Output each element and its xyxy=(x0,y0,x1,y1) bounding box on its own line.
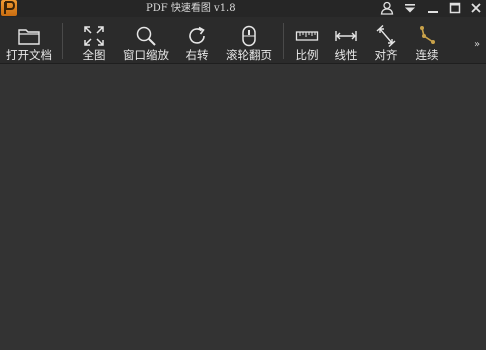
scroll-page-button[interactable]: 滚轮翻页 xyxy=(224,17,274,64)
scale-measure-button[interactable]: 比例 xyxy=(292,17,322,64)
scroll-page-label: 滚轮翻页 xyxy=(226,48,272,62)
window-zoom-button[interactable]: 窗口缩放 xyxy=(121,17,171,64)
window-zoom-label: 窗口缩放 xyxy=(123,48,169,62)
aligned-dimension-icon xyxy=(374,24,398,48)
fit-page-button[interactable]: 全图 xyxy=(77,17,111,64)
aligned-measure-label: 对齐 xyxy=(374,48,398,62)
magnifier-icon xyxy=(135,25,157,47)
toolbar-separator xyxy=(62,23,63,59)
scale-measure-label: 比例 xyxy=(295,48,319,62)
menu-dropdown-icon[interactable] xyxy=(402,1,418,15)
maximize-icon[interactable] xyxy=(447,1,463,15)
rotate-right-label: 右转 xyxy=(185,48,209,62)
linear-dimension-icon xyxy=(334,25,358,47)
rotate-right-button[interactable]: 右转 xyxy=(182,17,212,64)
toolbar: 打开文档 全图 窗口缩放 右转 滚轮翻页 比例 线性 对齐 连续 » xyxy=(0,17,486,64)
minimize-icon[interactable] xyxy=(425,1,441,15)
aligned-measure-button[interactable]: 对齐 xyxy=(371,17,401,64)
close-icon[interactable] xyxy=(468,1,484,15)
app-logo-icon xyxy=(1,0,17,16)
window-title: PDF 快速看图 v1.8 xyxy=(146,3,236,14)
more-tools-button[interactable]: » xyxy=(474,39,486,51)
open-document-button[interactable]: 打开文档 xyxy=(2,17,56,64)
user-icon[interactable] xyxy=(379,1,395,15)
continuous-measure-label: 连续 xyxy=(415,48,439,62)
folder-icon xyxy=(17,25,41,47)
rotate-right-icon xyxy=(186,25,208,47)
mouse-wheel-icon xyxy=(238,25,260,47)
linear-measure-label: 线性 xyxy=(334,48,358,62)
open-document-label: 打开文档 xyxy=(6,48,52,62)
document-canvas[interactable] xyxy=(0,64,486,350)
ruler-icon xyxy=(295,25,319,47)
continuous-path-icon xyxy=(416,25,438,47)
continuous-measure-button[interactable]: 连续 xyxy=(412,17,442,64)
fit-page-label: 全图 xyxy=(82,48,106,62)
toolbar-separator xyxy=(283,23,284,59)
linear-measure-button[interactable]: 线性 xyxy=(331,17,361,64)
title-bar: PDF 快速看图 v1.8 xyxy=(0,0,486,17)
expand-icon xyxy=(83,25,105,47)
